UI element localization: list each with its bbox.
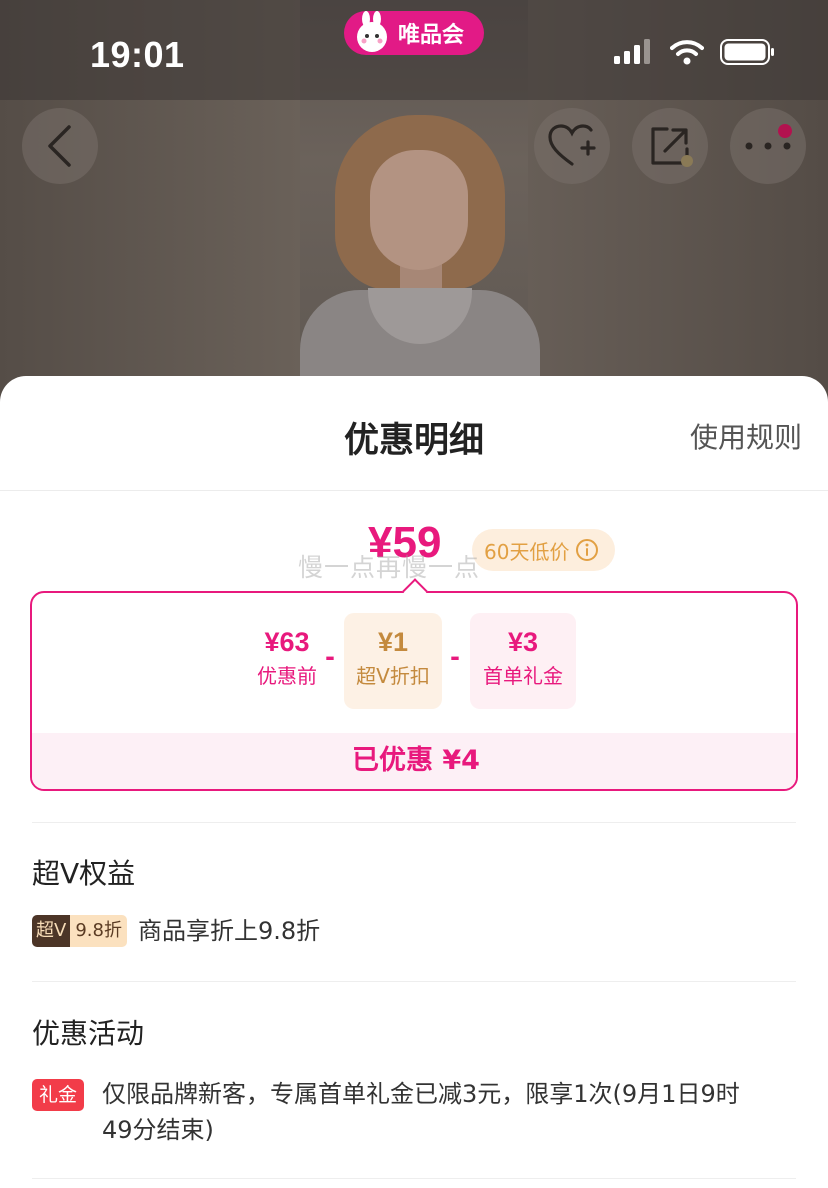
heart-plus-icon bbox=[548, 124, 596, 166]
section-divider bbox=[32, 1178, 796, 1179]
status-bar: 19:01 唯品会 bbox=[0, 0, 828, 100]
usage-rules-link[interactable]: 使用规则 bbox=[690, 416, 802, 456]
cellular-signal-icon bbox=[614, 39, 650, 64]
favorite-button[interactable] bbox=[534, 108, 610, 184]
total-saved: 已优惠 ¥4 bbox=[32, 733, 796, 789]
status-icons bbox=[614, 38, 776, 66]
price-breakdown-box: ¥63 优惠前 - ¥1 超V折扣 - ¥3 首单礼金 已优惠 ¥4 bbox=[30, 591, 798, 791]
low-price-badge[interactable]: 60天低价 bbox=[472, 529, 616, 571]
superv-discount-tag: 超V 9.8折 bbox=[32, 915, 127, 947]
promo-section-title: 优惠活动 bbox=[32, 1017, 145, 1050]
superv-label: 超V折扣 bbox=[356, 664, 430, 688]
more-button[interactable] bbox=[730, 108, 806, 184]
breakdown-superv-discount: ¥1 超V折扣 bbox=[344, 613, 442, 709]
wifi-icon bbox=[670, 40, 704, 65]
superv-benefit-text: 商品享折上9.8折 bbox=[138, 917, 321, 945]
brand-name: 唯品会 bbox=[398, 23, 465, 48]
back-button[interactable] bbox=[22, 108, 98, 184]
notification-dot bbox=[778, 124, 792, 138]
info-icon bbox=[576, 539, 599, 561]
superv-amount: ¥1 bbox=[377, 627, 409, 657]
bunny-logo-icon bbox=[357, 11, 387, 52]
chevron-left-icon bbox=[48, 125, 71, 167]
promo-description: 仅限品牌新客，专属首单礼金已减3元，限享1次(9月1日9时 49分结束) bbox=[102, 1076, 802, 1148]
discount-detail-sheet: 优惠明细 使用规则 ¥59 60天低价 慢一点再慢一点 ¥63 优惠前 - ¥1… bbox=[0, 376, 828, 1188]
share-button[interactable] bbox=[632, 108, 708, 184]
breakdown-first-order-gift: ¥3 首单礼金 bbox=[470, 613, 576, 709]
minus-sign: - bbox=[450, 643, 460, 671]
price-breakdown-row: ¥63 优惠前 - ¥1 超V折扣 - ¥3 首单礼金 bbox=[32, 613, 796, 713]
gift-label: 首单礼金 bbox=[483, 664, 563, 688]
gift-amount: ¥3 bbox=[507, 627, 539, 657]
section-divider bbox=[32, 822, 796, 823]
header-divider bbox=[0, 490, 828, 491]
minus-sign: - bbox=[325, 643, 335, 671]
promo-text-line-1: 仅限品牌新客，专属首单礼金已减3元，限享1次(9月1日9时 bbox=[102, 1080, 740, 1108]
superv-section-title: 超V权益 bbox=[32, 857, 136, 890]
section-divider bbox=[32, 981, 796, 982]
promo-text-line-2: 49分结束) bbox=[102, 1116, 214, 1144]
low-price-badge-label: 60天低价 bbox=[484, 539, 570, 564]
superv-tag-rate: 9.8折 bbox=[70, 915, 127, 947]
share-icon bbox=[651, 127, 693, 167]
gift-tag: 礼金 bbox=[32, 1079, 85, 1111]
model-face bbox=[370, 150, 468, 270]
watermark-text: 慢一点再慢一点 bbox=[298, 553, 481, 582]
more-dots-icon bbox=[745, 142, 791, 150]
status-time: 19:01 bbox=[90, 34, 185, 75]
battery-icon bbox=[720, 39, 774, 65]
superv-tag-label: 超V bbox=[32, 915, 71, 947]
brand-badge: 唯品会 bbox=[344, 11, 484, 55]
